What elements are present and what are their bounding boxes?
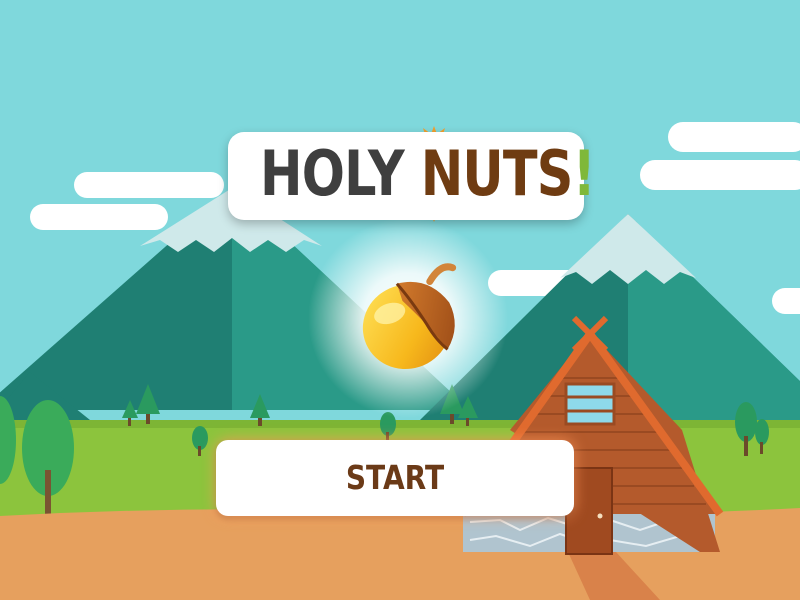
- title-exclamation: !: [572, 137, 596, 210]
- start-button-label: START: [345, 458, 445, 497]
- cloud-far-right: [772, 288, 800, 314]
- game-title-panel: HOLY NUTS!: [228, 132, 596, 220]
- start-button[interactable]: START: [216, 440, 574, 516]
- game-title: HOLY NUTS!: [260, 137, 596, 210]
- title-nuts: NUTS: [420, 137, 574, 210]
- title-holy: HOLY: [260, 137, 405, 210]
